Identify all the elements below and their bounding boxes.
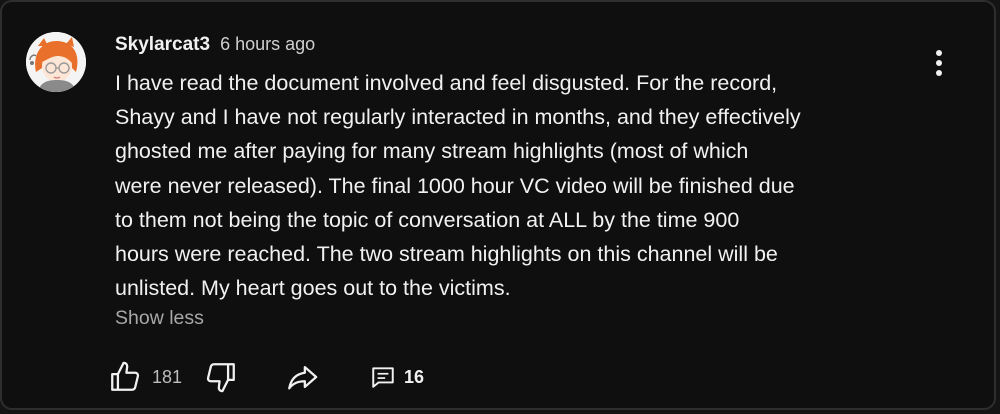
comment-text-line: hours were reached. The two stream highl… (115, 242, 778, 267)
share-arrow-icon (288, 365, 318, 390)
comment-text-line: to them not being the topic of conversat… (115, 207, 740, 232)
like-count: 181 (152, 366, 183, 387)
share-button[interactable] (284, 357, 320, 397)
avatar[interactable] (26, 32, 86, 92)
like-button[interactable]: 181 (108, 357, 182, 397)
more-vertical-icon (936, 50, 942, 76)
replies-button[interactable]: 16 (370, 357, 424, 397)
comment-menu-button[interactable] (922, 46, 956, 80)
thumbs-up-icon (111, 361, 140, 391)
comment-bubble-icon (372, 367, 394, 388)
comment-header: Skylarcat3 6 hours ago (115, 34, 315, 58)
comment-text: I have read the document involved and fe… (115, 66, 915, 305)
comment-text-line: I have read the document involved and fe… (115, 71, 778, 95)
author-name[interactable]: Skylarcat3 (115, 34, 210, 56)
dislike-button[interactable] (204, 357, 238, 397)
show-less-button[interactable]: Show less (115, 307, 204, 330)
thumbs-down-icon (206, 363, 235, 393)
reply-count: 16 (404, 366, 425, 387)
comment-card: Skylarcat3 6 hours ago I have read the d… (0, 0, 996, 410)
comment-text-line: were never released). The final 1000 hou… (115, 173, 795, 198)
comment-timestamp[interactable]: 6 hours ago (220, 34, 315, 55)
avatar-image (26, 32, 86, 92)
comment-text-line: Shayy and I have not regularly interacte… (115, 105, 801, 130)
comment-text-line: ghosted me after paying for many stream … (115, 139, 749, 164)
comment-actions: 181 16 (2, 357, 994, 397)
comment-text-line: unlisted. My heart goes out to the victi… (115, 276, 511, 301)
